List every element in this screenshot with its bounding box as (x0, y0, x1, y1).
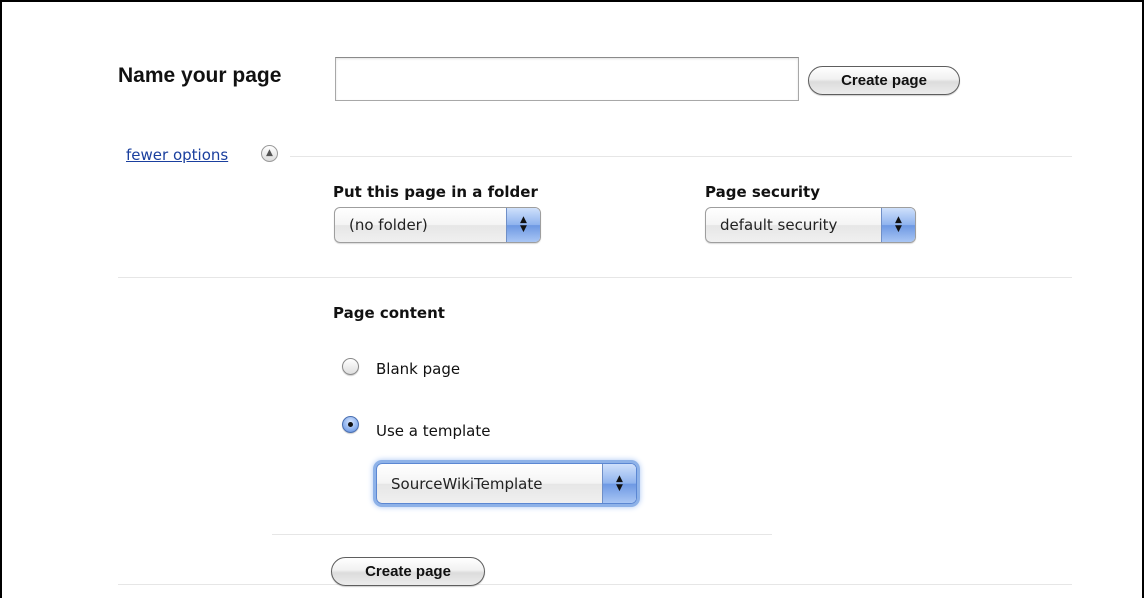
page-content-label: Page content (333, 304, 445, 322)
template-select-value: SourceWikiTemplate (391, 474, 543, 493)
name-page-label: Name your page (118, 64, 282, 87)
fewer-options-link[interactable]: fewer options (126, 146, 228, 164)
template-select[interactable]: SourceWikiTemplate ▲ ▼ (376, 463, 637, 504)
security-select[interactable]: default security ▲ ▼ (705, 207, 916, 243)
section-divider (118, 277, 1072, 278)
select-arrows-icon: ▲ ▼ (881, 208, 915, 242)
security-label: Page security (705, 183, 821, 201)
folder-label: Put this page in a folder (333, 183, 538, 201)
page-name-input[interactable] (335, 57, 799, 101)
select-arrows-icon: ▲ ▼ (506, 208, 540, 242)
create-page-button-bottom[interactable]: Create page (331, 557, 485, 586)
options-divider (290, 156, 1072, 157)
select-arrows-icon: ▲ ▼ (602, 464, 636, 503)
blank-page-label: Blank page (376, 360, 461, 378)
create-page-button-top[interactable]: Create page (808, 66, 960, 95)
folder-select[interactable]: (no folder) ▲ ▼ (334, 207, 541, 243)
blank-page-radio[interactable] (342, 358, 359, 375)
security-select-value: default security (720, 216, 838, 234)
bottom-divider (118, 584, 1072, 585)
radio-dot-icon (348, 422, 353, 427)
use-template-label: Use a template (376, 422, 491, 440)
use-template-radio[interactable] (342, 416, 359, 433)
folder-select-value: (no folder) (349, 216, 428, 234)
template-divider (272, 534, 772, 535)
chevron-up-circle-icon[interactable]: ▲ (261, 145, 278, 162)
